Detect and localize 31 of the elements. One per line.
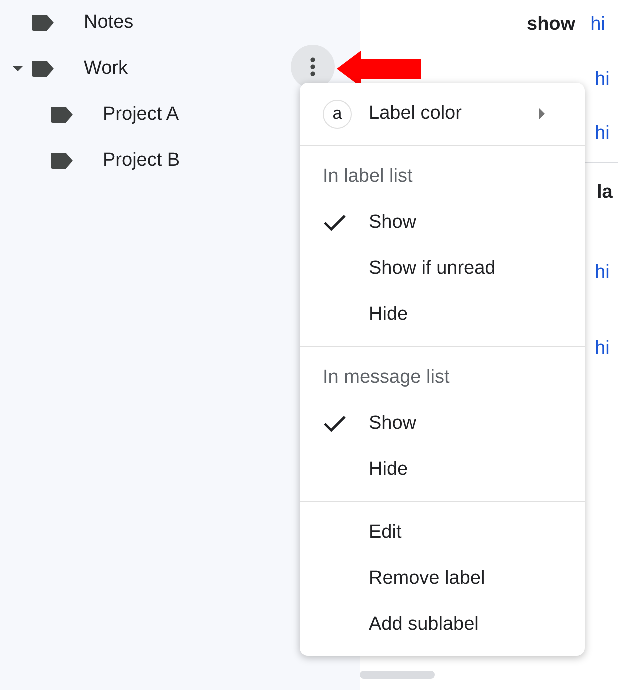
menu-item[interactable]: Add sublabel (300, 602, 585, 648)
menu-item[interactable]: Show (300, 200, 585, 246)
label-name[interactable]: Project B (103, 146, 180, 176)
color-swatch: a (323, 100, 352, 128)
label-icon (32, 15, 54, 31)
label-name[interactable]: Project A (103, 100, 180, 130)
hide-link[interactable]: hi (595, 66, 610, 94)
hide-link[interactable]: hi (595, 334, 610, 364)
hide-link[interactable]: hi (595, 120, 610, 148)
label-icon (32, 61, 54, 77)
menu-item[interactable]: Edit (300, 510, 585, 556)
menu-item[interactable]: Hide (300, 447, 585, 493)
menu-heading: In message list (323, 366, 450, 390)
hide-link[interactable]: hi (595, 258, 610, 288)
show-action: show (527, 12, 576, 37)
menu-item[interactable]: Remove label (300, 556, 585, 602)
scrollbar-thumb[interactable] (360, 671, 435, 679)
label-icon (51, 107, 73, 123)
caret-icon[interactable] (13, 64, 23, 74)
menu-heading: In label list (323, 164, 413, 189)
menu-item[interactable]: Hide (300, 292, 585, 338)
menu-item[interactable]: Show if unread (300, 246, 585, 292)
more-vert-icon (310, 57, 316, 77)
label-name[interactable]: Work (84, 54, 128, 84)
menu-item[interactable]: a Label color (300, 91, 585, 137)
label-icon (51, 153, 73, 169)
submenu-arrow-icon (539, 108, 545, 120)
hide-link[interactable]: hi (590, 10, 606, 40)
section-heading: la (597, 180, 613, 205)
menu-item[interactable]: Show (300, 401, 585, 447)
label-name[interactable]: Notes (84, 8, 134, 38)
